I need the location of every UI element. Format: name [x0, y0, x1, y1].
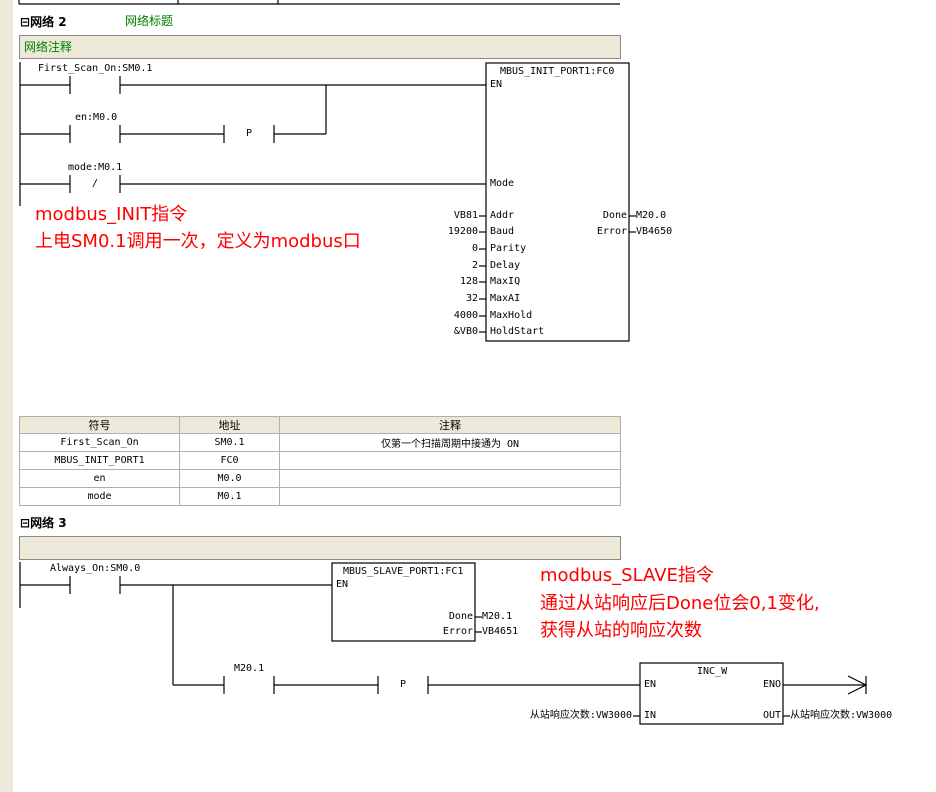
init-mode-pin: Mode	[490, 178, 515, 189]
inc-eno-pin: ENO	[762, 679, 781, 690]
init-addr-value[interactable]: VB81	[420, 210, 478, 222]
contact-always-on-label: Always_On:SM0.0	[50, 563, 141, 574]
contact-en-label: en:M0.0	[75, 112, 118, 123]
table-row[interactable]: en M0.0	[19, 469, 621, 488]
contact-mode-label: mode:M0.1	[68, 162, 123, 173]
init-error-pin: Error	[596, 226, 627, 237]
inc-in-value[interactable]: 从站响应次数:VW3000	[470, 710, 632, 722]
init-done-value[interactable]: M20.0	[636, 210, 666, 222]
init-maxiq-value[interactable]: 128	[420, 276, 478, 288]
init-addr-pin: Addr	[490, 210, 515, 221]
init-delay-pin: Delay	[490, 260, 521, 271]
comment-cell	[279, 487, 621, 506]
init-holdstart-pin: HoldStart	[490, 326, 545, 337]
table-row[interactable]: mode M0.1	[19, 487, 621, 506]
network-2-comment-box[interactable]: 网络注释	[19, 35, 621, 59]
symbol-cell: en	[19, 469, 180, 488]
init-done-pin: Done	[602, 210, 627, 221]
slave-error-value[interactable]: VB4651	[482, 626, 518, 638]
slave-en-pin: EN	[336, 579, 349, 590]
init-baud-value[interactable]: 19200	[420, 226, 478, 238]
slave-done-pin: Done	[448, 611, 473, 622]
inc-in-pin: IN	[644, 710, 657, 721]
comment-cell	[279, 451, 621, 470]
init-holdstart-value[interactable]: &VB0	[420, 326, 478, 338]
ladder-diagram	[18, 0, 868, 725]
network-2-comment: 网络注释	[24, 40, 73, 54]
inc-block-title[interactable]: INC_W	[697, 666, 727, 678]
header-comment: 注释	[279, 416, 621, 434]
init-baud-pin: Baud	[490, 226, 515, 237]
nc-contact-symbol: /	[92, 178, 99, 189]
p-contact-symbol: P	[246, 128, 253, 139]
annotation-slave-line-3: 获得从站的响应次数	[540, 620, 702, 641]
p-contact-symbol: P	[400, 679, 407, 690]
symbol-table: 符号 地址 注释 First_Scan_On SM0.1 仅第一个扫描周期中接通…	[19, 416, 621, 506]
contact-first-scan-label: First_Scan_On:SM0.1	[38, 63, 153, 74]
annotation-init-line-2: 上电SM0.1调用一次，定义为modbus口	[35, 231, 361, 252]
header-symbol: 符号	[19, 416, 180, 434]
init-maxai-pin: MaxAI	[490, 293, 521, 304]
table-row[interactable]: MBUS_INIT_PORT1 FC0	[19, 451, 621, 470]
slave-done-value[interactable]: M20.1	[482, 611, 512, 623]
address-cell: SM0.1	[179, 433, 280, 452]
init-maxai-value[interactable]: 32	[420, 293, 478, 305]
contact-m20-1-label: M20.1	[234, 663, 265, 674]
inc-out-value[interactable]: 从站响应次数:VW3000	[790, 710, 892, 722]
comment-cell	[279, 469, 621, 488]
table-row[interactable]: First_Scan_On SM0.1 仅第一个扫描周期中接通为 ON	[19, 433, 621, 452]
address-cell: FC0	[179, 451, 280, 470]
header-address: 地址	[179, 416, 280, 434]
inc-out-pin: OUT	[762, 710, 781, 721]
address-cell: M0.1	[179, 487, 280, 506]
init-delay-value[interactable]: 2	[420, 260, 478, 272]
inc-en-pin: EN	[644, 679, 657, 690]
slave-error-pin: Error	[442, 626, 473, 637]
init-maxiq-pin: MaxIQ	[490, 276, 521, 287]
init-maxhold-value[interactable]: 4000	[420, 310, 478, 322]
annotation-slave-line-1: modbus_SLAVE指令	[540, 565, 714, 586]
network-3-comment-box[interactable]	[19, 536, 621, 560]
symbol-table-header: 符号 地址 注释	[19, 416, 621, 434]
annotation-init-line-1: modbus_INIT指令	[35, 204, 188, 225]
symbol-cell: mode	[19, 487, 180, 506]
init-error-value[interactable]: VB4650	[636, 226, 672, 238]
init-parity-pin: Parity	[490, 243, 527, 254]
annotation-slave-line-2: 通过从站响应后Done位会0,1变化,	[540, 593, 820, 614]
address-cell: M0.0	[179, 469, 280, 488]
comment-cell: 仅第一个扫描周期中接通为 ON	[279, 433, 621, 452]
collapse-icon[interactable]: ⊟	[20, 15, 30, 29]
symbol-cell: First_Scan_On	[19, 433, 180, 452]
init-en-pin: EN	[490, 79, 503, 90]
symbol-cell: MBUS_INIT_PORT1	[19, 451, 180, 470]
network-3-title[interactable]: ⊟网络 3	[20, 514, 67, 531]
network-2-subtitle: 网络标题	[125, 14, 174, 28]
init-block-title[interactable]: MBUS_INIT_PORT1:FC0	[500, 66, 614, 78]
network-2-title[interactable]: ⊟网络 2	[20, 13, 67, 30]
slave-block-title[interactable]: MBUS_SLAVE_PORT1:FC1	[343, 566, 463, 578]
init-maxhold-pin: MaxHold	[490, 310, 533, 321]
collapse-icon[interactable]: ⊟	[20, 516, 30, 530]
init-parity-value[interactable]: 0	[420, 243, 478, 255]
